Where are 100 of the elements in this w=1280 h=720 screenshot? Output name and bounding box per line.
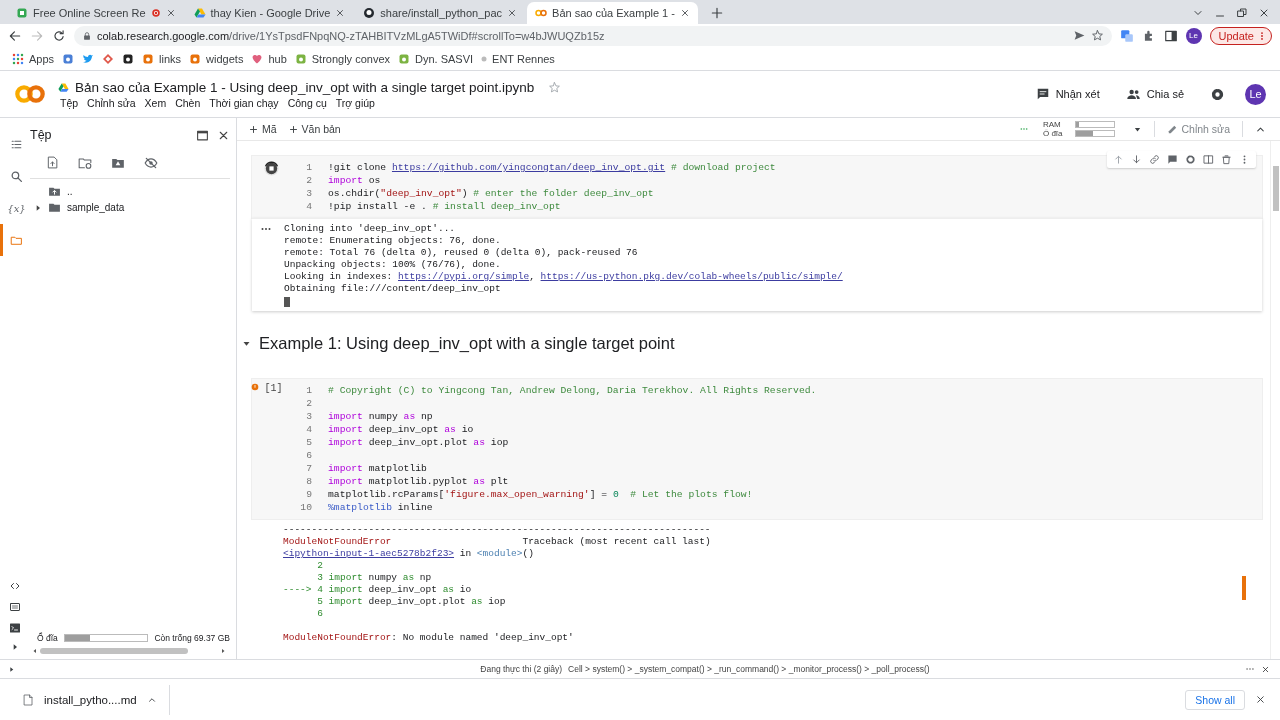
browser-tab[interactable]: thay Kien - Google Drive (185, 2, 354, 24)
restore-icon[interactable] (1236, 7, 1248, 19)
star-icon[interactable] (1090, 29, 1104, 42)
translate-icon[interactable] (1119, 28, 1134, 43)
reload-icon[interactable] (52, 28, 66, 43)
execution-count: [1] (264, 383, 283, 395)
scroll-left-icon[interactable] (32, 648, 38, 654)
close-icon[interactable] (1255, 694, 1266, 705)
notebook-title[interactable]: Bản sao của Example 1 - Using deep_inv_opt with a single target point.ipynb (75, 79, 535, 95)
refresh-folder-icon[interactable] (78, 156, 92, 170)
browser-tab[interactable]: share/install_python_pac (355, 2, 526, 24)
code-line: matplotlib.rcParams['figure.max_open_warning'] = 0 # Let the plots flow! (328, 488, 753, 502)
link-icon[interactable] (1149, 154, 1160, 165)
bookmark[interactable]: Dyn. SASVI (398, 52, 474, 65)
close-icon[interactable] (1261, 664, 1270, 674)
drive-folder-icon[interactable] (111, 156, 125, 170)
scrollbar-thumb[interactable] (1272, 166, 1279, 211)
output-line: 6 (316, 607, 324, 620)
scrollbar[interactable] (1270, 141, 1280, 659)
code-icon[interactable] (9, 580, 21, 592)
close-icon[interactable] (165, 8, 176, 18)
stop-icon[interactable] (262, 160, 280, 177)
comment-button[interactable]: Nhận xét (1035, 87, 1100, 101)
add-text-button[interactable]: Văn bản (288, 123, 341, 135)
comment-icon[interactable] (1167, 154, 1178, 165)
bookmark[interactable]: hub (251, 52, 287, 65)
address-bar[interactable]: colab.research.google.com/drive/1YsTpsdFNpqNQ-zTAHBITVzMLgA5TWiDf#scrollTo=w4bJWUQZb15z (74, 25, 1112, 46)
user-avatar[interactable]: Le (1245, 83, 1266, 105)
star-icon[interactable] (548, 80, 562, 94)
show-all-button[interactable]: Show all (1185, 689, 1245, 710)
output-line: remote: Enumerating objects: 76, done. (284, 234, 502, 247)
bookmark[interactable]: widgets (189, 52, 244, 65)
output-link[interactable]: <ipython-input-1-aec5278b2f23> (283, 548, 455, 560)
update-button[interactable]: Update (1209, 26, 1272, 45)
close-icon[interactable] (335, 8, 346, 18)
file-name[interactable]: .. (67, 186, 73, 197)
bird-icon[interactable] (82, 52, 95, 65)
disk-label: Ổ đĩa (37, 633, 58, 643)
bookmark[interactable]: ENT Rennes (481, 52, 555, 65)
upload-icon[interactable] (46, 156, 59, 169)
edit-mode-button[interactable]: Chỉnh sửa (1166, 123, 1230, 135)
side-panel-icon[interactable] (1163, 28, 1178, 43)
menu-item[interactable]: Thời gian chạy (209, 96, 279, 109)
scrollbar-thumb[interactable] (40, 648, 188, 654)
bookmark[interactable]: Strongly convex (294, 52, 390, 65)
window-icon[interactable] (196, 128, 209, 142)
folder-up-icon (48, 185, 61, 198)
file-icon (22, 692, 34, 707)
download-file-name[interactable]: install_pytho....md (44, 693, 137, 706)
share-button[interactable]: Chia sẻ (1125, 86, 1184, 102)
menu-item[interactable]: Xem (144, 96, 167, 109)
pencil-icon (1166, 123, 1178, 135)
output-link[interactable]: https://us-python.pkg.dev/colab-wheels/public/simple/ (540, 270, 843, 282)
new-tab-icon[interactable] (709, 6, 724, 20)
menu-item[interactable]: Công cụ (287, 96, 327, 109)
drive-icon (58, 81, 69, 93)
output-line: remote: Total 76 (delta 0), reused 0 (delta 0), pack-reused 76 (284, 246, 639, 259)
call-stack: Cell > system() > _system_compat() > _run_command() > _monitor_process() > _poll_process() (568, 664, 930, 674)
arrow-down-icon[interactable] (1131, 154, 1142, 165)
browser-tab[interactable]: Bản sao của Example 1 - (527, 2, 698, 24)
caret-right-icon[interactable] (34, 203, 42, 212)
menu-item[interactable]: Trợ giúp (335, 96, 375, 109)
back-icon[interactable] (8, 28, 22, 43)
hidden-icon[interactable] (144, 156, 158, 170)
scroll-right-icon[interactable] (220, 648, 226, 654)
code-cell[interactable]: 1 !git clone https://github.com/yingcongtan/deep_inv_opt.git # download project 2 import os 3 os.chdir("deep_inv_opt") # enter the folder deep_inv_opt 4 !pip install -e . # install deep_inv_opt (252, 156, 1262, 218)
line-number: 5 (305, 436, 313, 450)
section-heading: Example 1: Using deep_inv_opt with a single target point (259, 333, 675, 353)
output-link[interactable]: https://pypi.org/simple (398, 270, 530, 282)
profile-avatar[interactable]: Le (1185, 27, 1202, 44)
menu-item[interactable]: Chỉnh sửa (87, 96, 136, 109)
terminal-icon[interactable] (9, 622, 21, 634)
add-code-button[interactable]: Mã (249, 123, 277, 135)
code-line: !pip install -e . # install deep_inv_opt (328, 200, 561, 213)
close-icon[interactable] (1258, 7, 1270, 19)
close-icon[interactable] (507, 8, 518, 18)
code-cell[interactable] (252, 379, 1262, 520)
expand-icon[interactable] (8, 665, 15, 673)
diamond-icon[interactable] (102, 52, 115, 65)
variables-icon[interactable]: {x} (7, 202, 26, 214)
send-icon[interactable] (1072, 29, 1086, 42)
bookmark[interactable]: links (142, 52, 182, 65)
sidebar-tab[interactable]: {x} (0, 192, 30, 224)
code-link[interactable]: https://github.com/yingcongtan/deep_inv_opt.git (391, 162, 666, 173)
menu-item[interactable]: Chèn (175, 96, 201, 109)
browser-tab[interactable]: Free Online Screen Re (8, 2, 184, 24)
plus-icon (249, 124, 258, 134)
file-name[interactable]: sample_data (67, 202, 125, 213)
expand-icon[interactable] (11, 643, 19, 651)
menu-item[interactable]: Tệp (60, 96, 79, 109)
bookmark[interactable]: Apps (12, 52, 55, 65)
close-icon[interactable] (679, 8, 690, 18)
input-cursor[interactable] (284, 297, 290, 308)
command-palette-icon[interactable] (9, 601, 21, 613)
output-line: --------------------------------------------------------------------------- (283, 524, 711, 537)
bookmark-icon[interactable] (122, 52, 135, 65)
output-line: <ipython-input-1-aec5278b2f23> in <module>() (283, 548, 535, 561)
mirror-cell-icon[interactable] (1203, 154, 1214, 165)
code-line: import numpy as np (328, 410, 433, 424)
delete-icon[interactable] (1221, 154, 1232, 165)
